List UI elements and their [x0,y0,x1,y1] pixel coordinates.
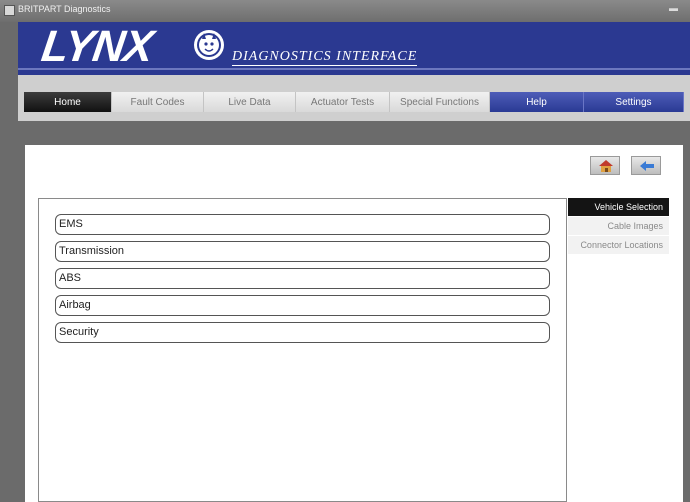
header-banner: LYNX DIAGNOSTICS INTERFACE [18,22,690,75]
window-title-bar: BRITPART Diagnostics ▬ [0,0,690,22]
lynx-emblem-icon [194,30,224,60]
tab-fault-codes[interactable]: Fault Codes [112,92,204,112]
window-title: BRITPART Diagnostics [18,4,111,14]
home-icon [599,160,613,172]
back-button[interactable] [631,156,661,175]
main-panel: EMS Transmission ABS Airbag Security Veh… [25,145,683,502]
side-tab-vehicle-selection[interactable]: Vehicle Selection [568,198,669,217]
header-subtitle: DIAGNOSTICS INTERFACE [232,49,418,66]
system-list-panel: EMS Transmission ABS Airbag Security [38,198,567,502]
tab-live-data[interactable]: Live Data [204,92,296,112]
home-button[interactable] [590,156,620,175]
system-button-security[interactable]: Security [55,322,550,343]
window-controls[interactable]: ▬ [669,3,678,13]
app-icon [4,5,15,16]
logo-text: LYNX [38,22,156,71]
side-tabs: Vehicle Selection Cable Images Connector… [568,198,669,255]
main-nav: Home Fault Codes Live Data Actuator Test… [24,92,684,112]
side-tab-connector-locations[interactable]: Connector Locations [568,236,669,255]
tab-help[interactable]: Help [490,92,584,112]
tab-actuator-tests[interactable]: Actuator Tests [296,92,390,112]
system-button-ems[interactable]: EMS [55,214,550,235]
side-tab-cable-images[interactable]: Cable Images [568,217,669,236]
system-button-abs[interactable]: ABS [55,268,550,289]
tab-home[interactable]: Home [24,92,112,112]
tab-settings[interactable]: Settings [584,92,684,112]
tab-special-functions[interactable]: Special Functions [390,92,490,112]
back-arrow-icon [640,161,654,171]
system-button-transmission[interactable]: Transmission [55,241,550,262]
system-button-airbag[interactable]: Airbag [55,295,550,316]
